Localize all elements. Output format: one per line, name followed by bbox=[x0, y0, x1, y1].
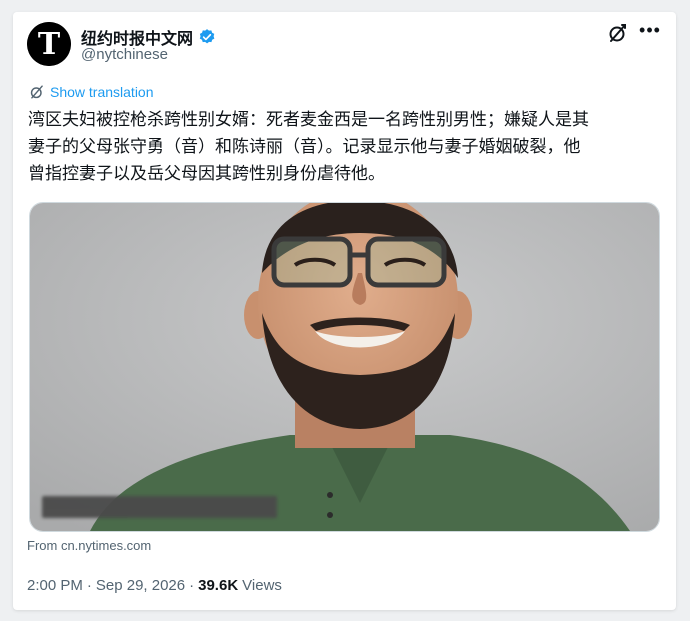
avatar[interactable]: T bbox=[27, 22, 71, 66]
views-label: Views bbox=[242, 577, 282, 594]
link-source[interactable]: From cn.nytimes.com bbox=[27, 538, 151, 553]
tweet-date[interactable]: Sep 29, 2026 bbox=[96, 577, 185, 594]
show-translation-button[interactable]: Show translation bbox=[29, 84, 154, 100]
grok-icon[interactable] bbox=[607, 22, 629, 44]
nyt-logo-icon: T bbox=[27, 22, 71, 66]
verified-badge-icon bbox=[198, 28, 216, 46]
grok-translate-icon bbox=[30, 85, 43, 99]
tweet-text: 湾区夫妇被控枪杀跨性别女婿：死者麦金西是一名跨性别男性；嫌疑人是其 妻子的父母张… bbox=[28, 110, 589, 184]
views-count[interactable]: 39.6K bbox=[198, 577, 238, 594]
tweet-time[interactable]: 2:00 PM bbox=[27, 577, 83, 594]
svg-text:T: T bbox=[38, 27, 61, 62]
handle[interactable]: @nytchinese bbox=[81, 46, 168, 63]
tweet-meta: 2:00 PM · Sep 29, 2026 · 39.6K Views bbox=[27, 577, 282, 594]
meta-separator: · bbox=[189, 577, 195, 594]
portrait-photo bbox=[30, 203, 659, 531]
meta-separator: · bbox=[86, 577, 92, 594]
tweet-photo[interactable] bbox=[29, 202, 660, 532]
show-translation-label: Show translation bbox=[50, 84, 154, 100]
redacted-caption bbox=[42, 496, 277, 518]
more-options-icon[interactable]: ••• bbox=[637, 20, 663, 44]
tweet-card: T 纽约时报中文网 @nytchinese ••• Show translati… bbox=[13, 12, 676, 610]
